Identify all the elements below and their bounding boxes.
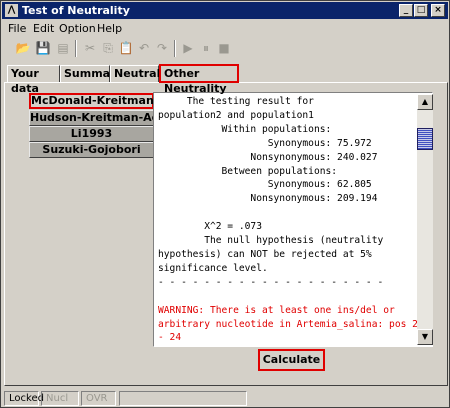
title-bar[interactable]: ⋀ Test of Neutrality _ □ × xyxy=(2,2,448,19)
cut-icon[interactable]: ✂ xyxy=(82,40,98,56)
result-line: The null hypothesis (neutrality xyxy=(158,235,384,247)
result-line: arbitrary nucleotide in Artemia_salina: … xyxy=(158,318,418,330)
vertical-scrollbar[interactable]: ▲ ▼ xyxy=(417,94,433,345)
result-line xyxy=(158,290,418,304)
status-nucl: Nucl xyxy=(41,391,79,406)
toolbar-separator xyxy=(174,40,176,57)
result-line: Between populations: xyxy=(158,165,338,177)
scroll-down-arrow-icon[interactable]: ▼ xyxy=(417,329,433,345)
menu-bar: File Edit Option Help xyxy=(2,20,448,38)
window-title: Test of Neutrality xyxy=(22,4,130,17)
pause-icon[interactable]: ⏸ xyxy=(198,40,214,56)
result-line: Synonymous: 75.972 xyxy=(158,137,372,149)
status-message xyxy=(119,391,247,406)
app-icon: ⋀ xyxy=(5,4,18,17)
menu-option[interactable]: Option xyxy=(59,22,96,35)
status-ovr: OVR xyxy=(81,391,116,406)
result-line: significance level. xyxy=(158,262,268,274)
result-line: Nonsynonymous: 240.027 xyxy=(158,151,378,163)
test-li1993[interactable]: Li1993 xyxy=(29,126,154,142)
toolbar-separator xyxy=(75,40,77,57)
toolbar: 📂 💾 ▤ ✂ ⎘ 📋 ↶ ↷ ▶ ⏸ ■ xyxy=(2,38,448,60)
calculate-button[interactable]: Calculate xyxy=(258,349,325,371)
status-bar: Locked Nucl OVR xyxy=(2,390,448,407)
tab-summary[interactable]: Summary xyxy=(60,65,123,82)
maximize-button[interactable]: □ xyxy=(414,4,428,17)
result-line: Within populations: xyxy=(158,123,332,135)
print-icon[interactable]: ▤ xyxy=(55,40,71,56)
play-icon[interactable]: ▶ xyxy=(180,40,196,56)
result-line: The testing result for xyxy=(158,96,314,107)
undo-icon[interactable]: ↶ xyxy=(136,40,152,56)
test-suzuki-gojobori[interactable]: Suzuki-Gojobori xyxy=(29,142,154,158)
paste-icon[interactable]: 📋 xyxy=(118,40,134,56)
result-line: X^2 = .073 xyxy=(158,221,262,233)
save-icon[interactable]: 💾 xyxy=(35,40,51,56)
menu-help[interactable]: Help xyxy=(97,22,122,35)
result-line: hypothesis) can NOT be rejected at 5% xyxy=(158,248,372,260)
result-line: - - - - - - - - - - - - - - - - - - - - xyxy=(158,276,384,288)
result-line: Nonsynonymous: 209.194 xyxy=(158,193,378,205)
result-line: WARNING: There is at least one ins/del o… xyxy=(158,304,395,316)
result-line: Synonymous: 62.805 xyxy=(158,179,372,191)
tab-other-neutrality[interactable]: Other Neutrality xyxy=(159,64,239,95)
redo-icon[interactable]: ↷ xyxy=(154,40,170,56)
app-window: ⋀ Test of Neutrality _ □ × File Edit Opt… xyxy=(0,0,450,408)
close-button[interactable]: × xyxy=(431,4,445,17)
menu-file[interactable]: File xyxy=(8,22,26,35)
menu-edit[interactable]: Edit xyxy=(33,22,54,35)
result-line: population2 and population1 xyxy=(158,109,314,121)
result-text-area[interactable]: The testing result for population2 and po… xyxy=(153,92,433,347)
stop-icon[interactable]: ■ xyxy=(216,40,232,56)
scrollbar-thumb[interactable] xyxy=(417,128,433,150)
result-line xyxy=(158,206,418,220)
status-locked: Locked xyxy=(4,391,44,406)
open-folder-icon[interactable]: 📂 xyxy=(15,40,31,56)
result-text: The testing result for population2 and po… xyxy=(158,95,418,345)
scroll-up-arrow-icon[interactable]: ▲ xyxy=(417,94,433,110)
copy-icon[interactable]: ⎘ xyxy=(100,40,116,56)
minimize-button[interactable]: _ xyxy=(399,4,413,17)
result-line: - 24 xyxy=(158,332,182,344)
tab-your-data[interactable]: Your data xyxy=(7,65,60,95)
tab-neutrality[interactable]: Neutrality xyxy=(110,65,177,82)
test-mcdonald-kreitman[interactable]: McDonald-Kreitman xyxy=(29,93,154,109)
test-hudson-kreitman-aquade[interactable]: Hudson-Kreitman-Aquade xyxy=(29,110,190,126)
